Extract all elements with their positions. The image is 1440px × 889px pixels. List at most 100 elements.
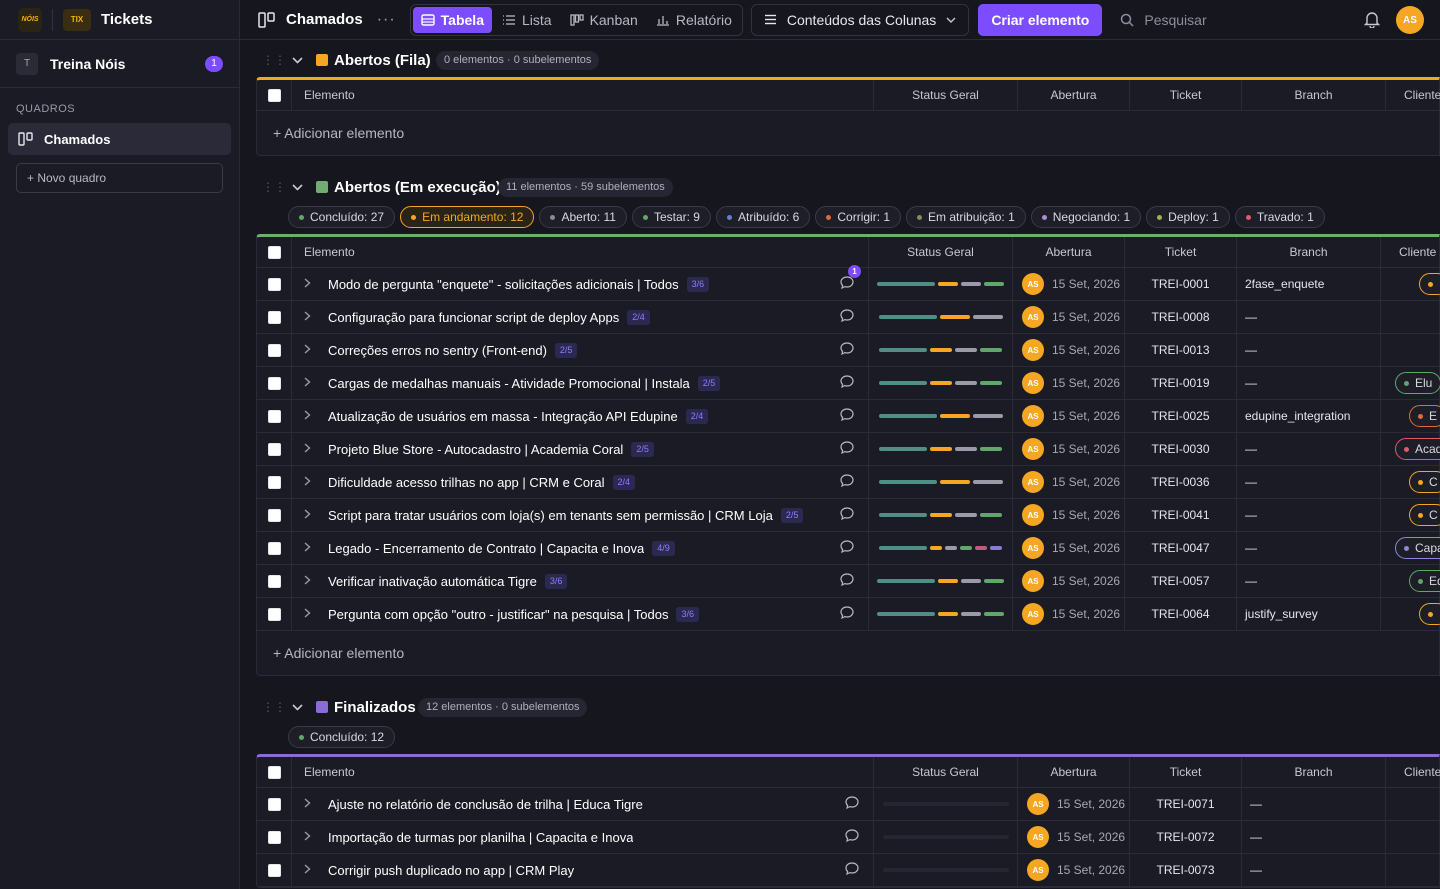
row-title[interactable]: Dificuldade acesso trilhas no app | CRM … (328, 475, 605, 490)
ticket-cell[interactable]: TREI-0008 (1125, 301, 1237, 333)
status-chip[interactable]: Concluído: 27 (288, 206, 396, 228)
avatar[interactable]: AS (1027, 859, 1049, 881)
chevron-down-icon[interactable] (292, 703, 303, 711)
status-chip[interactable]: Aberto: 11 (539, 206, 627, 228)
row-title[interactable]: Corrigir push duplicado no app | CRM Pla… (328, 863, 574, 878)
client-cell[interactable] (1386, 854, 1440, 886)
table-row[interactable]: Modo de pergunta "enquete" - solicitaçõe… (257, 265, 1440, 301)
client-chip[interactable]: Acad (1395, 438, 1440, 460)
row-checkbox[interactable] (267, 376, 281, 390)
client-cell[interactable]: E (1381, 400, 1440, 432)
element-cell[interactable]: Corrigir push duplicado no app | CRM Pla… (292, 854, 874, 886)
client-cell[interactable]: Capa (1381, 532, 1440, 564)
table-row[interactable]: Ajuste no relatório de conclusão de tril… (257, 788, 1439, 821)
new-board-button[interactable]: + Novo quadro (16, 163, 223, 193)
element-cell[interactable]: Legado - Encerramento de Contrato | Capa… (292, 532, 869, 564)
status-cell[interactable] (869, 532, 1013, 564)
branch-cell[interactable]: — (1237, 301, 1381, 333)
column-header-element[interactable]: Elemento (292, 757, 874, 787)
status-cell[interactable] (874, 854, 1018, 886)
ticket-cell[interactable]: TREI-0001 (1125, 268, 1237, 300)
opened-cell[interactable]: AS 15 Set, 2026 (1013, 598, 1125, 630)
column-header-opened[interactable]: Abertura (1018, 757, 1130, 787)
row-checkbox[interactable] (267, 409, 281, 423)
column-header-status[interactable]: Status Geral (874, 757, 1018, 787)
element-cell[interactable]: Modo de pergunta "enquete" - solicitaçõe… (292, 265, 869, 300)
status-chip[interactable]: Em atribuição: 1 (906, 206, 1026, 228)
chevron-right-icon[interactable] (304, 830, 328, 844)
client-cell[interactable] (1381, 268, 1440, 300)
avatar[interactable]: AS (1022, 306, 1044, 328)
opened-cell[interactable]: AS 15 Set, 2026 (1013, 466, 1125, 498)
row-title[interactable]: Correções erros no sentry (Front-end) (328, 343, 547, 358)
avatar[interactable]: AS (1022, 339, 1044, 361)
status-cell[interactable] (869, 565, 1013, 597)
workspace-switcher[interactable]: T Treina Nóis 1 (0, 40, 239, 88)
row-title[interactable]: Configuração para funcionar script de de… (328, 310, 619, 325)
row-title[interactable]: Script para tratar usuários com loja(s) … (328, 508, 773, 523)
chevron-down-icon[interactable] (292, 183, 303, 191)
table-row[interactable]: Verificar inativação automática Tigre 3/6… (257, 565, 1440, 598)
branch-cell[interactable]: 2fase_enquete (1237, 268, 1381, 300)
ticket-cell[interactable]: TREI-0072 (1130, 821, 1242, 853)
row-title[interactable]: Modo de pergunta "enquete" - solicitaçõe… (328, 277, 679, 292)
status-cell[interactable] (869, 598, 1013, 630)
column-header-branch[interactable]: Branch (1242, 757, 1386, 787)
column-header-element[interactable]: Elemento (292, 80, 874, 110)
table-row[interactable]: Configuração para funcionar script de de… (257, 301, 1439, 334)
element-cell[interactable]: Pergunta com opção "outro - justificar" … (292, 598, 869, 630)
opened-cell[interactable]: AS 15 Set, 2026 (1013, 334, 1125, 366)
client-chip[interactable]: C (1409, 471, 1440, 493)
branch-cell[interactable]: — (1242, 854, 1386, 886)
table-row[interactable]: Cargas de medalhas manuais - Atividade P… (257, 367, 1440, 400)
client-chip[interactable] (1419, 273, 1440, 295)
row-title[interactable]: Atualização de usuários em massa - Integ… (328, 409, 678, 424)
group-title[interactable]: Abertos (Fila) (334, 52, 431, 69)
opened-cell[interactable]: AS 15 Set, 2026 (1013, 499, 1125, 531)
element-cell[interactable]: Projeto Blue Store - Autocadastro | Acad… (292, 433, 869, 465)
branch-cell[interactable]: — (1237, 499, 1381, 531)
chevron-right-icon[interactable] (304, 409, 328, 423)
opened-cell[interactable]: AS 15 Set, 2026 (1013, 565, 1125, 597)
chevron-right-icon[interactable] (304, 574, 328, 588)
select-all-checkbox[interactable] (267, 245, 281, 259)
avatar[interactable]: AS (1027, 793, 1049, 815)
row-checkbox[interactable] (267, 797, 281, 811)
element-cell[interactable]: Importação de turmas por planilha | Capa… (292, 821, 874, 853)
client-cell[interactable] (1386, 788, 1440, 820)
comment-icon[interactable] (845, 796, 859, 812)
ticket-cell[interactable]: TREI-0030 (1125, 433, 1237, 465)
branch-cell[interactable]: — (1237, 367, 1381, 399)
chevron-right-icon[interactable] (304, 442, 328, 456)
status-chip[interactable]: Atribuído: 6 (715, 206, 811, 228)
status-cell[interactable] (874, 788, 1018, 820)
chevron-right-icon[interactable] (304, 797, 328, 811)
search-input[interactable]: Pesquisar (1120, 12, 1207, 28)
status-chip[interactable]: Negociando: 1 (1030, 206, 1142, 228)
opened-cell[interactable]: AS 15 Set, 2026 (1013, 400, 1125, 432)
comment-icon[interactable] (840, 342, 854, 358)
branch-cell[interactable]: edupine_integration (1237, 400, 1381, 432)
chevron-right-icon[interactable] (304, 541, 328, 555)
tab-relatorio[interactable]: Relatório (648, 7, 740, 33)
comment-icon[interactable] (840, 507, 854, 523)
table-row[interactable]: Script para tratar usuários com loja(s) … (257, 499, 1440, 532)
ticket-cell[interactable]: TREI-0073 (1130, 854, 1242, 886)
company-logo[interactable]: NÓIS (18, 7, 42, 32)
status-chip[interactable]: Em andamento: 12 (400, 206, 535, 228)
row-title[interactable]: Projeto Blue Store - Autocadastro | Acad… (328, 442, 623, 457)
row-checkbox[interactable] (267, 475, 281, 489)
client-cell[interactable]: Elu (1381, 367, 1440, 399)
comment-icon[interactable] (840, 540, 854, 556)
avatar[interactable]: AS (1022, 504, 1044, 526)
client-cell[interactable] (1386, 821, 1440, 853)
sidebar-item-chamados[interactable]: Chamados (8, 123, 231, 155)
column-header-status[interactable]: Status Geral (874, 80, 1018, 110)
column-header-opened[interactable]: Abertura (1018, 80, 1130, 110)
status-cell[interactable] (869, 499, 1013, 531)
drag-handle-icon[interactable]: ⋮⋮ (262, 700, 286, 714)
table-row[interactable]: Pergunta com opção "outro - justificar" … (257, 598, 1440, 631)
table-row[interactable]: Importação de turmas por planilha | Capa… (257, 821, 1439, 854)
tab-lista[interactable]: Lista (494, 7, 560, 33)
chevron-right-icon[interactable] (304, 277, 328, 291)
